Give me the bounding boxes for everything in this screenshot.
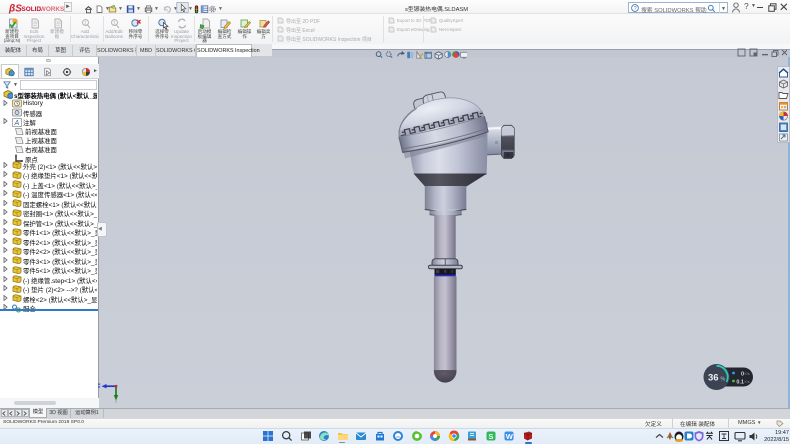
svg-text:K/s: K/s xyxy=(745,380,750,384)
svg-text:0.1: 0.1 xyxy=(736,379,744,385)
svg-text:K/s: K/s xyxy=(745,372,750,376)
svg-text:S: S xyxy=(488,432,493,441)
svg-text:36: 36 xyxy=(708,373,719,384)
svg-text:%: % xyxy=(721,377,726,383)
svg-text:W: W xyxy=(506,432,514,441)
